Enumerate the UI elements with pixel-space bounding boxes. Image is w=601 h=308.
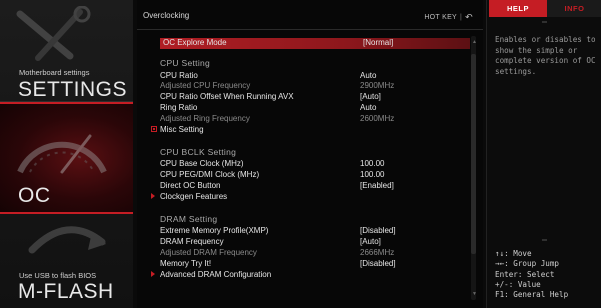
oc-label: OC bbox=[18, 184, 51, 207]
adjusted-ring-frequency-value: 2600MHz bbox=[360, 114, 395, 123]
scrollbar[interactable] bbox=[471, 36, 476, 300]
help-description: Enables or disables to show the simple o… bbox=[495, 35, 596, 76]
help-tabs: HELP INFO bbox=[487, 0, 601, 17]
direct-oc-button-row[interactable]: Direct OC Button [Enabled] bbox=[160, 181, 470, 191]
memory-try-it-row[interactable]: Memory Try It! [Disabled] bbox=[160, 259, 470, 269]
cpu-peg-dmi-clock-row[interactable]: CPU PEG/DMI Clock (MHz) 100.00 bbox=[160, 170, 470, 180]
adjusted-cpu-frequency-row: Adjusted CPU Frequency 2900MHz bbox=[160, 81, 470, 91]
settings-label: SETTINGS bbox=[18, 78, 128, 101]
ring-ratio-value[interactable]: Auto bbox=[360, 103, 376, 113]
dram-frequency-row[interactable]: DRAM Frequency [Auto] bbox=[160, 237, 470, 247]
help-resize-handle-icon[interactable]: ═ bbox=[487, 17, 601, 29]
submenu-arrow-icon bbox=[151, 271, 155, 277]
ring-ratio-row[interactable]: Ring Ratio Auto bbox=[160, 103, 470, 113]
cpu-ratio-value[interactable]: Auto bbox=[360, 71, 376, 81]
mflash-label: M-FLASH bbox=[18, 280, 114, 303]
cpu-ratio-row[interactable]: CPU Ratio Auto bbox=[160, 71, 470, 81]
dram-frequency-label: DRAM Frequency bbox=[160, 237, 224, 246]
submenu-arrow-icon bbox=[151, 193, 155, 199]
advanced-dram-config-row[interactable]: Advanced DRAM Configuration bbox=[151, 270, 470, 280]
misc-setting-label: Misc Setting bbox=[160, 125, 204, 134]
direct-oc-button-label: Direct OC Button bbox=[160, 181, 221, 190]
tools-icon bbox=[16, 6, 91, 61]
key-legend-value: +/-: Value bbox=[495, 279, 541, 289]
nav-settings[interactable]: Motherboard settings SETTINGS bbox=[0, 0, 133, 102]
cpu-peg-dmi-clock-label: CPU PEG/DMI Clock (MHz) bbox=[160, 170, 260, 179]
cpu-bclk-setting-heading: CPU BCLK Setting bbox=[160, 147, 237, 157]
memory-try-it-label: Memory Try It! bbox=[160, 259, 212, 268]
xmp-value[interactable]: [Disabled] bbox=[360, 226, 396, 236]
nav-oc[interactable]: OC bbox=[0, 102, 133, 214]
cpu-base-clock-value[interactable]: 100.00 bbox=[360, 159, 384, 169]
clockgen-features-row[interactable]: Clockgen Features bbox=[151, 192, 470, 202]
hotkey-separator: | bbox=[460, 14, 463, 21]
left-navigation: Motherboard settings SETTINGS OC Use USB… bbox=[0, 0, 133, 308]
key-legend-group-jump: →←: Group Jump bbox=[495, 259, 560, 269]
tab-help[interactable]: HELP bbox=[489, 0, 547, 17]
dram-frequency-value[interactable]: [Auto] bbox=[360, 237, 381, 247]
adjusted-dram-frequency-label: Adjusted DRAM Frequency bbox=[160, 248, 257, 257]
page-title: Overclocking bbox=[143, 11, 190, 20]
cpu-peg-dmi-clock-value[interactable]: 100.00 bbox=[360, 170, 384, 180]
oc-explore-mode-label: OC Explore Mode bbox=[163, 38, 227, 47]
speedometer-icon bbox=[17, 134, 107, 174]
cpu-ratio-avx-value[interactable]: [Auto] bbox=[360, 92, 381, 102]
cpu-ratio-avx-label: CPU Ratio Offset When Running AVX bbox=[160, 92, 294, 101]
direct-oc-button-value[interactable]: [Enabled] bbox=[360, 181, 394, 191]
main-header: Overclocking HOT KEY | ↶ bbox=[137, 0, 483, 30]
tab-info[interactable]: INFO bbox=[547, 0, 601, 17]
clockgen-features-label: Clockgen Features bbox=[160, 192, 228, 201]
key-legend-general-help: F1: General Help bbox=[495, 290, 569, 300]
cpu-setting-heading: CPU Setting bbox=[160, 58, 211, 68]
cpu-ratio-avx-row[interactable]: CPU Ratio Offset When Running AVX [Auto] bbox=[160, 92, 470, 102]
cpu-ratio-label: CPU Ratio bbox=[160, 71, 198, 80]
main-panel: Overclocking HOT KEY | ↶ OC Explore Mode [… bbox=[137, 0, 483, 308]
adjusted-cpu-frequency-label: Adjusted CPU Frequency bbox=[160, 81, 251, 90]
help-divider-handle-icon[interactable]: ═ bbox=[487, 236, 601, 246]
hotkey-label: HOT KEY bbox=[424, 14, 458, 21]
scrollbar-thumb[interactable] bbox=[471, 54, 476, 254]
cpu-base-clock-label: CPU Base Clock (MHz) bbox=[160, 159, 244, 168]
help-panel: HELP INFO ═ Enables or disables to show … bbox=[486, 0, 601, 308]
cpu-base-clock-row[interactable]: CPU Base Clock (MHz) 100.00 bbox=[160, 159, 470, 169]
key-legend: ↑↓: Move →←: Group Jump Enter: Select +/… bbox=[495, 249, 600, 300]
collapse-box-icon[interactable] bbox=[151, 126, 157, 132]
adjusted-ring-frequency-label: Adjusted Ring Frequency bbox=[160, 114, 250, 123]
adjusted-dram-frequency-row: Adjusted DRAM Frequency 2666MHz bbox=[160, 248, 470, 258]
adjusted-dram-frequency-value: 2666MHz bbox=[360, 248, 395, 257]
oc-explore-mode-row[interactable]: OC Explore Mode [Normal] bbox=[160, 38, 470, 49]
oc-explore-mode-value[interactable]: [Normal] bbox=[363, 38, 393, 48]
hotkey-bar[interactable]: HOT KEY | ↶ bbox=[424, 11, 473, 22]
memory-try-it-value[interactable]: [Disabled] bbox=[360, 259, 396, 269]
settings-caption: Motherboard settings bbox=[19, 68, 90, 77]
dram-setting-heading: DRAM Setting bbox=[160, 214, 218, 224]
ring-ratio-label: Ring Ratio bbox=[160, 103, 198, 112]
advanced-dram-config-label: Advanced DRAM Configuration bbox=[160, 270, 272, 279]
undo-arrow-icon[interactable]: ↶ bbox=[465, 12, 473, 22]
usb-arrow-icon bbox=[28, 226, 106, 254]
xmp-label: Extreme Memory Profile(XMP) bbox=[160, 226, 269, 235]
xmp-row[interactable]: Extreme Memory Profile(XMP) [Disabled] bbox=[160, 226, 470, 236]
scroll-down-icon[interactable]: ▼ bbox=[472, 291, 477, 297]
mflash-caption: Use USB to flash BIOS bbox=[19, 271, 97, 280]
adjusted-ring-frequency-row: Adjusted Ring Frequency 2600MHz bbox=[160, 114, 470, 124]
key-legend-select: Enter: Select bbox=[495, 269, 555, 279]
nav-mflash[interactable]: Use USB to flash BIOS M-FLASH bbox=[0, 214, 133, 308]
key-legend-move: ↑↓: Move bbox=[495, 249, 532, 258]
misc-setting-row[interactable]: Misc Setting bbox=[151, 125, 470, 135]
scroll-up-icon[interactable]: ▲ bbox=[472, 39, 477, 45]
adjusted-cpu-frequency-value: 2900MHz bbox=[360, 81, 395, 90]
